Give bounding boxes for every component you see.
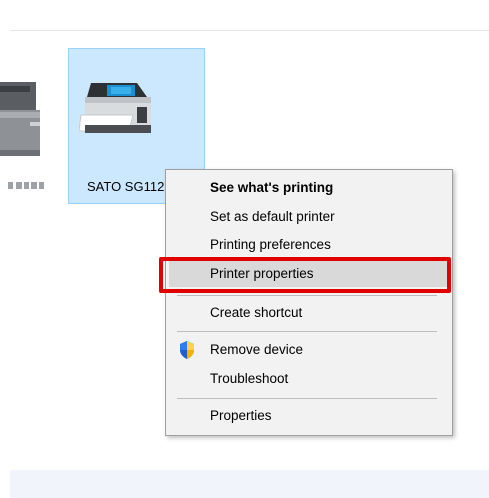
menu-item-set-default-printer[interactable]: Set as default printer [169, 204, 449, 230]
printer-icon [79, 83, 151, 133]
menu-item-troubleshoot[interactable]: Troubleshoot [169, 366, 449, 392]
printer-icon[interactable] [0, 72, 44, 164]
header-divider [10, 30, 489, 31]
menu-item-remove-device[interactable]: Remove device [169, 337, 449, 363]
menu-separator [177, 295, 437, 296]
menu-item-properties[interactable]: Properties [169, 403, 449, 429]
menu-item-printing-preferences[interactable]: Printing preferences [169, 232, 449, 258]
menu-separator [177, 398, 437, 399]
annotation-highlight-box [159, 257, 451, 293]
menu-item-create-shortcut[interactable]: Create shortcut [169, 300, 449, 326]
printer-name-label: SATO SG112 [87, 179, 165, 194]
printer-label-obscured [8, 180, 44, 192]
details-pane-strip [10, 470, 489, 498]
menu-separator [177, 331, 437, 332]
shield-icon [178, 340, 196, 365]
menu-item-see-whats-printing[interactable]: See what's printing [169, 175, 449, 201]
context-menu: See what's printing Set as default print… [165, 169, 453, 436]
devices-and-printers-view: SATO SG112 See what's printing Set as de… [0, 0, 489, 498]
